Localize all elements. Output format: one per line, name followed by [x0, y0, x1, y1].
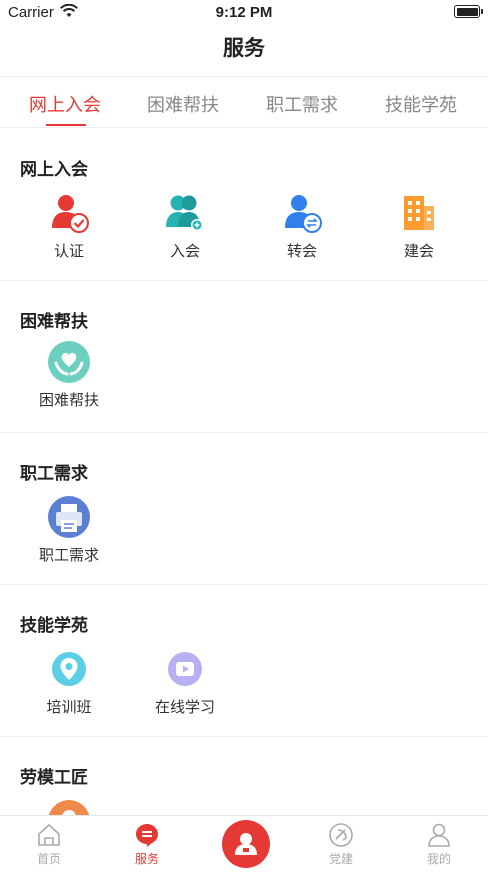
group-add-icon — [166, 195, 203, 231]
building-icon — [404, 196, 434, 230]
section-join-online: 网上入会 认证 入会 转会 建会 — [0, 129, 488, 281]
tabbar-mine[interactable]: 我的 — [390, 822, 488, 867]
battery-icon — [454, 5, 483, 18]
item-label: 转会 — [286, 242, 317, 260]
tab-hardship-aid[interactable]: 困难帮扶 — [124, 91, 242, 117]
user-icon — [428, 823, 450, 847]
printer-icon — [48, 496, 90, 538]
tabbar-label: 服务 — [134, 852, 159, 866]
tab-join-online[interactable]: 网上入会 — [6, 91, 124, 117]
page-title: 服务 — [223, 36, 265, 60]
center-action-button[interactable] — [222, 820, 270, 868]
section-skills-academy: 技能学苑 培训班 在线学习 — [0, 585, 488, 737]
active-tab-indicator — [46, 124, 86, 126]
worker-icon — [48, 800, 90, 815]
person-badge-icon — [235, 833, 257, 855]
tabbar-label: 我的 — [426, 852, 451, 866]
hardship-aid-button[interactable]: 困难帮扶 — [10, 341, 128, 410]
party-emblem-icon — [329, 823, 353, 847]
location-pin-icon — [52, 652, 86, 686]
certify-button[interactable]: 认证 — [10, 192, 128, 261]
item-label: 认证 — [53, 242, 84, 260]
item-label: 在线学习 — [154, 698, 215, 716]
build-union-button[interactable]: 建会 — [360, 192, 478, 261]
clock: 9:12 PM — [215, 4, 273, 21]
section-title: 技能学苑 — [20, 616, 88, 636]
tabbar-label: 首页 — [36, 852, 61, 866]
tabbar-party[interactable]: 党建 — [292, 822, 390, 867]
section-title: 劳模工匠 — [20, 768, 88, 788]
service-icon — [136, 824, 158, 847]
training-class-button[interactable]: 培训班 — [10, 648, 128, 717]
tabbar-home[interactable]: 首页 — [0, 822, 98, 867]
status-bar: Carrier 9:12 PM — [0, 0, 488, 26]
person-transfer-icon — [285, 195, 322, 233]
bottom-tab-bar: 首页 服务 党建 我的 — [0, 815, 488, 874]
online-learning-button[interactable]: 在线学习 — [126, 648, 244, 717]
item-label: 培训班 — [46, 698, 92, 716]
section-title: 困难帮扶 — [20, 312, 88, 332]
tab-bar-top: 网上入会 困难帮扶 职工需求 技能学苑 — [0, 76, 488, 128]
service-list[interactable]: 网上入会 认证 入会 转会 建会 困难帮扶 困难帮扶 职工需求 职工需求 技能学… — [0, 129, 488, 815]
tabbar-service[interactable]: 服务 — [98, 822, 196, 867]
worker-needs-button[interactable]: 职工需求 — [10, 496, 128, 565]
section-title: 网上入会 — [20, 160, 88, 180]
heart-hands-icon — [48, 341, 90, 383]
item-label: 职工需求 — [38, 546, 99, 564]
item-label: 入会 — [169, 242, 200, 260]
section-model-workers: 劳模工匠 — [0, 737, 488, 815]
section-title: 职工需求 — [20, 464, 88, 484]
model-workers-button[interactable] — [10, 800, 128, 815]
item-label: 建会 — [403, 242, 434, 260]
join-button[interactable]: 入会 — [126, 192, 244, 261]
section-hardship-aid: 困难帮扶 困难帮扶 — [0, 281, 488, 433]
tab-worker-needs[interactable]: 职工需求 — [243, 91, 361, 117]
item-label: 困难帮扶 — [38, 391, 99, 409]
home-icon — [38, 823, 60, 846]
transfer-button[interactable]: 转会 — [243, 192, 361, 261]
section-worker-needs: 职工需求 职工需求 — [0, 433, 488, 585]
tabbar-label: 党建 — [328, 852, 353, 866]
tab-skills-academy[interactable]: 技能学苑 — [362, 91, 480, 117]
video-play-icon — [168, 652, 202, 686]
person-check-icon — [52, 195, 89, 233]
